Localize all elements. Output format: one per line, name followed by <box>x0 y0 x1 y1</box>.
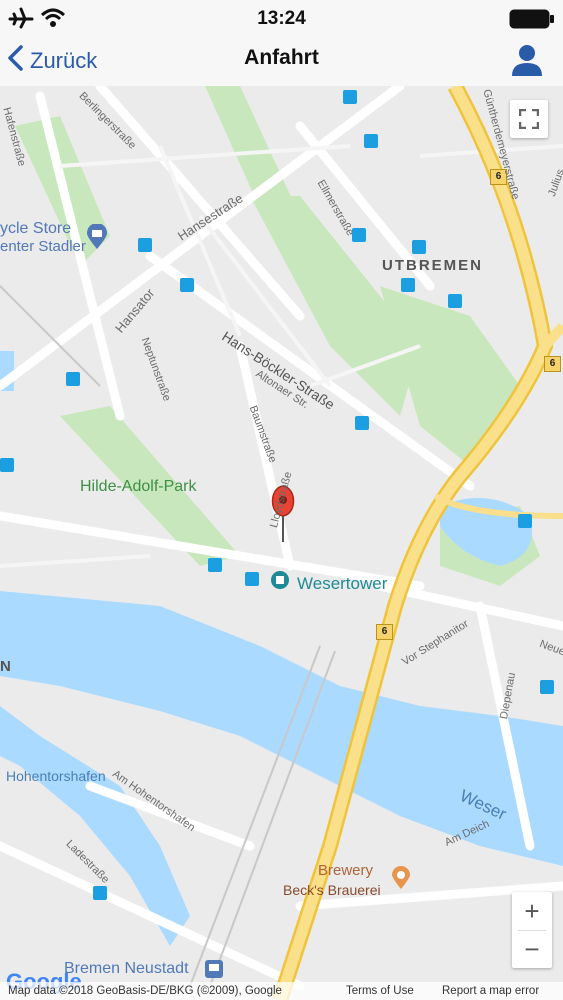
user-icon <box>509 45 545 82</box>
transit-stop-icon <box>245 572 259 586</box>
district-label: UTBREMEN <box>382 257 483 274</box>
transit-stop-icon <box>540 680 554 694</box>
transit-stop-icon <box>355 416 369 430</box>
train-station-icon <box>204 959 224 984</box>
water-label: Hohentorshafen <box>6 768 106 784</box>
terms-of-use-link[interactable]: Terms of Use <box>346 985 414 997</box>
user-profile-button[interactable] <box>509 42 549 80</box>
map-attribution: Map data ©2018 GeoBasis-DE/BKG (©2009), … <box>0 982 563 1000</box>
zoom-control: + − <box>512 892 552 968</box>
map-view[interactable]: 6 6 6 Hansestraße Hansator Hans-Böckler-… <box>0 86 563 1000</box>
transit-stop-icon <box>364 134 378 148</box>
fullscreen-button[interactable] <box>510 100 548 138</box>
back-button-label: Zurück <box>30 48 98 73</box>
transit-stop-icon <box>401 278 415 292</box>
poi-label: Beck's Brauerei <box>283 882 381 898</box>
place-label: ycle Store <box>0 220 72 237</box>
park-label: Hilde-Adolf-Park <box>80 478 197 495</box>
transit-stop-icon <box>66 372 80 386</box>
shopping-bag-icon <box>86 223 108 255</box>
zoom-in-button[interactable]: + <box>512 892 552 930</box>
fullscreen-icon <box>518 108 540 134</box>
transit-stop-icon <box>180 278 194 292</box>
transit-stop-icon <box>412 240 426 254</box>
poi-label: Wesertower <box>297 574 388 593</box>
place-label: enter Stadler <box>0 238 86 255</box>
transit-stop-icon <box>138 238 152 252</box>
transit-stop-icon <box>93 886 107 900</box>
transit-stop-icon <box>208 558 222 572</box>
status-bar: 13:24 <box>0 0 563 36</box>
transit-stop-icon <box>518 514 532 528</box>
chevron-left-icon <box>6 44 24 78</box>
navigation-bar: Zurück Anfahrt <box>0 36 563 87</box>
highway-shield: 6 <box>544 356 561 372</box>
wesertower-icon <box>270 570 290 595</box>
battery-icon <box>509 9 555 34</box>
back-button[interactable]: Zurück <box>6 42 97 80</box>
report-map-error-link[interactable]: Report a map error <box>442 985 539 997</box>
zoom-out-button[interactable]: − <box>512 930 552 968</box>
map-data-attribution: Map data ©2018 GeoBasis-DE/BKG (©2009), … <box>8 985 282 997</box>
place-label: Bremen Neustadt <box>64 960 189 977</box>
poi-label: Brewery <box>318 862 374 879</box>
highway-shield: 6 <box>376 624 393 640</box>
status-time: 13:24 <box>257 8 306 29</box>
place-label: N <box>0 658 11 675</box>
transit-stop-icon <box>343 90 357 104</box>
transit-stop-icon <box>448 294 462 308</box>
brewery-icon <box>391 866 411 895</box>
transit-stop-icon <box>0 458 14 472</box>
